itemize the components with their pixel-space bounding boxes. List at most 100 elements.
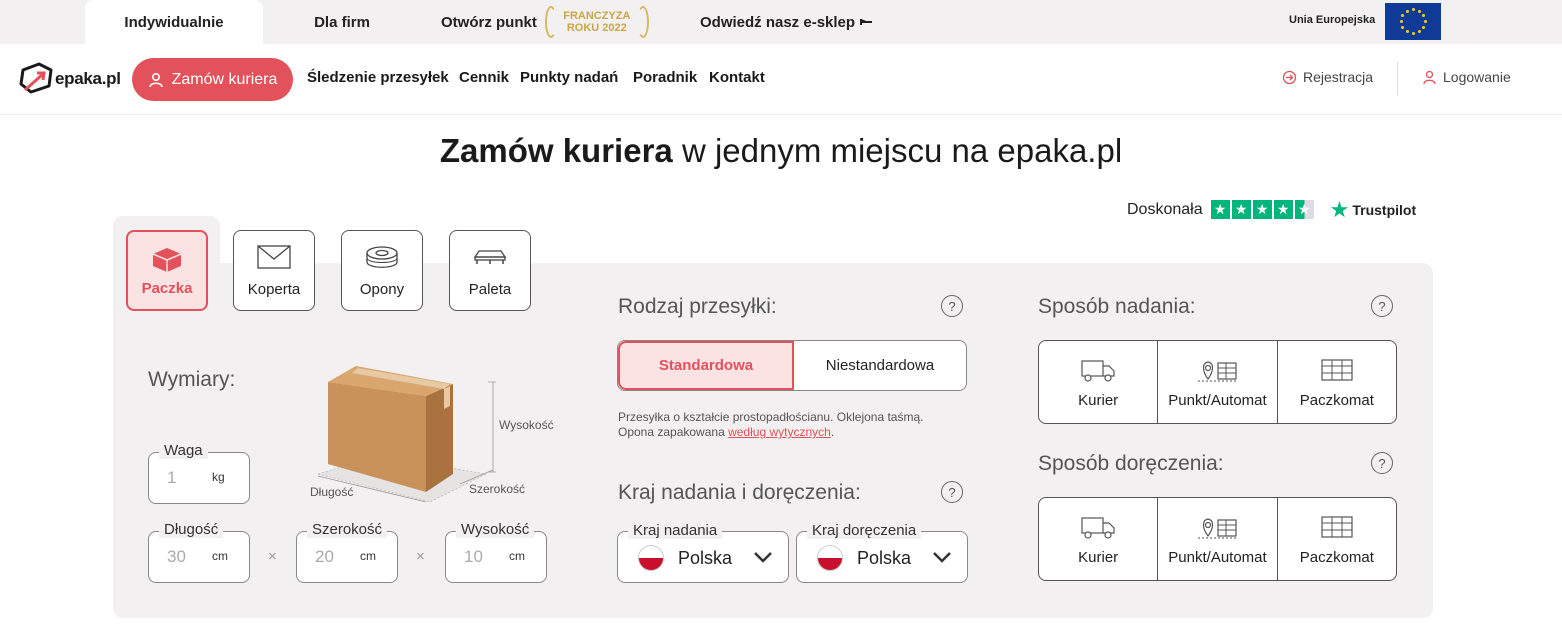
trustpilot-brand: ★ Trustpilot <box>1329 196 1417 222</box>
delivery-option-parcel-locker-label: Paczkomat <box>1299 549 1374 566</box>
tab-open-point[interactable]: Otwórz punkt FRANCZYZA ROKU 2022 <box>441 0 656 44</box>
star-icon: ★ <box>1273 200 1293 219</box>
sending-option-point[interactable]: Punkt/Automat <box>1157 341 1276 423</box>
nav-tracking[interactable]: Śledzenie przesyłek <box>307 69 449 86</box>
eu-star-icon <box>1399 20 1403 23</box>
eu-star-icon <box>1417 9 1421 13</box>
eu-star-icon <box>1401 14 1405 17</box>
length-field[interactable]: Długość 30 cm <box>148 522 250 583</box>
sending-option-courier[interactable]: Kurier <box>1039 341 1157 423</box>
eu-star-icon <box>1417 30 1421 34</box>
package-type-parcel[interactable]: Paczka <box>126 230 208 311</box>
login-link[interactable]: Logowanie <box>1422 69 1511 85</box>
guidelines-link[interactable]: według wytycznych <box>728 425 831 439</box>
description-line2-end: . <box>830 425 835 439</box>
delivery-method-help-icon[interactable]: ? <box>1371 452 1393 474</box>
origin-country-select[interactable]: Kraj nadania Polska <box>617 523 789 583</box>
eu-star-icon <box>1411 32 1415 35</box>
eu-star-icon <box>1421 26 1425 29</box>
star-icon: ★ <box>1210 200 1230 219</box>
eu-flag-icon <box>1385 3 1441 40</box>
tab-open-point-label: Otwórz punkt <box>441 13 537 31</box>
parcel-locker-icon <box>1321 516 1353 538</box>
width-input[interactable]: 20 <box>315 547 334 567</box>
package-type-parcel-label: Paczka <box>141 280 193 297</box>
star-icon: ★ <box>1252 200 1272 219</box>
length-input[interactable]: 30 <box>167 547 186 567</box>
eu-star-icon <box>1421 14 1425 17</box>
width-field[interactable]: Szerokość 20 cm <box>296 522 398 583</box>
page-headline: Zamów kuriera w jednym miejscu na epaka.… <box>0 132 1562 170</box>
description-line2: Opona zapakowana według wytycznych. <box>618 425 923 440</box>
pickup-point-icon <box>1198 361 1238 382</box>
star-icon: ★ <box>1231 200 1251 219</box>
trustpilot-brand-label: Trustpilot <box>1352 201 1417 218</box>
truck-icon <box>1081 360 1115 382</box>
shipment-type-help-icon[interactable]: ? <box>941 295 963 317</box>
height-field[interactable]: Wysokość 10 cm <box>445 522 547 583</box>
shipment-type-selector: Standardowa Niestandardowa <box>617 340 967 391</box>
tab-individual[interactable]: Indywidualnie <box>85 0 263 44</box>
logo-text: epaka.pl <box>55 69 121 88</box>
dimensions-title: Wymiary: <box>148 368 236 391</box>
countries-help-icon[interactable]: ? <box>941 481 963 503</box>
delivery-option-parcel-locker[interactable]: Paczkomat <box>1276 498 1396 580</box>
times-sign: × <box>416 548 425 565</box>
parcel-locker-icon <box>1321 359 1353 381</box>
nav-guide[interactable]: Poradnik <box>633 69 697 86</box>
top-strip: Indywidualnie Dla firm Otwórz punkt FRAN… <box>0 0 1562 44</box>
register-label: Rejestracja <box>1303 69 1374 85</box>
description-line2-start: Opona zapakowana <box>618 425 729 439</box>
headline-bold: Zamów kuriera <box>439 132 673 169</box>
delivery-option-courier[interactable]: Kurier <box>1039 498 1157 580</box>
parcel-box-icon <box>152 248 182 272</box>
eu-star-icon <box>1423 20 1427 23</box>
poland-flag-icon <box>638 545 664 571</box>
register-link[interactable]: Rejestracja <box>1282 69 1373 85</box>
trustpilot-widget[interactable]: Doskonała ★ ★ ★ ★ ★ ★ Trustpilot <box>1127 196 1417 222</box>
delivery-option-point-label: Punkt/Automat <box>1168 549 1267 566</box>
sending-option-parcel-locker[interactable]: Paczkomat <box>1276 341 1396 423</box>
sending-method-options: Kurier Punkt/Automat Paczkomat <box>1038 340 1397 424</box>
badge-line1: FRANCZYZA <box>563 10 631 22</box>
nav-contact[interactable]: Kontakt <box>709 69 765 86</box>
tab-business[interactable]: Dla firm <box>296 0 388 44</box>
height-input[interactable]: 10 <box>464 547 483 567</box>
delivery-option-courier-label: Kurier <box>1078 549 1119 566</box>
epaka-logo[interactable]: epaka.pl <box>19 60 129 96</box>
register-icon <box>1282 70 1297 84</box>
destination-country-select[interactable]: Kraj doręczenia Polska <box>796 523 968 583</box>
package-type-pallet[interactable]: Paleta <box>449 230 531 311</box>
delivery-option-point[interactable]: Punkt/Automat <box>1157 498 1276 580</box>
package-type-envelope[interactable]: Koperta <box>233 230 315 311</box>
tab-e-shop[interactable]: Odwiedź nasz e-sklep <box>700 0 880 44</box>
option-standard[interactable]: Standardowa <box>618 341 794 390</box>
trustpilot-star-icon: ★ <box>1329 196 1350 222</box>
package-type-pallet-label: Paleta <box>468 281 512 298</box>
nav-pricing[interactable]: Cennik <box>459 69 509 86</box>
laurel-right-icon <box>636 6 649 38</box>
sending-method-help-icon[interactable]: ? <box>1371 295 1393 317</box>
package-type-envelope-label: Koperta <box>247 281 301 298</box>
pallet-icon <box>473 250 507 264</box>
tire-icon <box>366 246 398 268</box>
description-line1: Przesyłka o kształcie prostopadłościanu.… <box>618 410 924 424</box>
package-type-tires[interactable]: Opony <box>341 230 423 311</box>
pickup-point-icon <box>1198 518 1238 539</box>
option-nonstandard[interactable]: Niestandardowa <box>794 341 966 390</box>
eu-label: Unia Europejska <box>1289 14 1376 26</box>
login-user-icon <box>1423 70 1436 84</box>
width-unit: cm <box>360 549 376 563</box>
trustpilot-stars: ★ ★ ★ ★ ★ <box>1210 200 1314 219</box>
weight-label: Waga <box>159 443 208 459</box>
order-courier-button[interactable]: Zamów kuriera <box>132 58 293 101</box>
weight-input[interactable]: 1 <box>167 468 176 488</box>
illustration-height-label: Wysokość <box>499 418 554 432</box>
franchise-award-badge: FRANCZYZA ROKU 2022 <box>544 4 649 40</box>
times-sign: × <box>268 548 277 565</box>
illustration-width-label: Szerokość <box>469 482 526 496</box>
delivery-method-title: Sposób doręczenia: <box>1038 452 1224 475</box>
weight-field[interactable]: Waga 1 kg <box>148 443 250 504</box>
width-label: Szerokość <box>307 522 388 538</box>
nav-points[interactable]: Punkty nadań <box>520 69 618 86</box>
